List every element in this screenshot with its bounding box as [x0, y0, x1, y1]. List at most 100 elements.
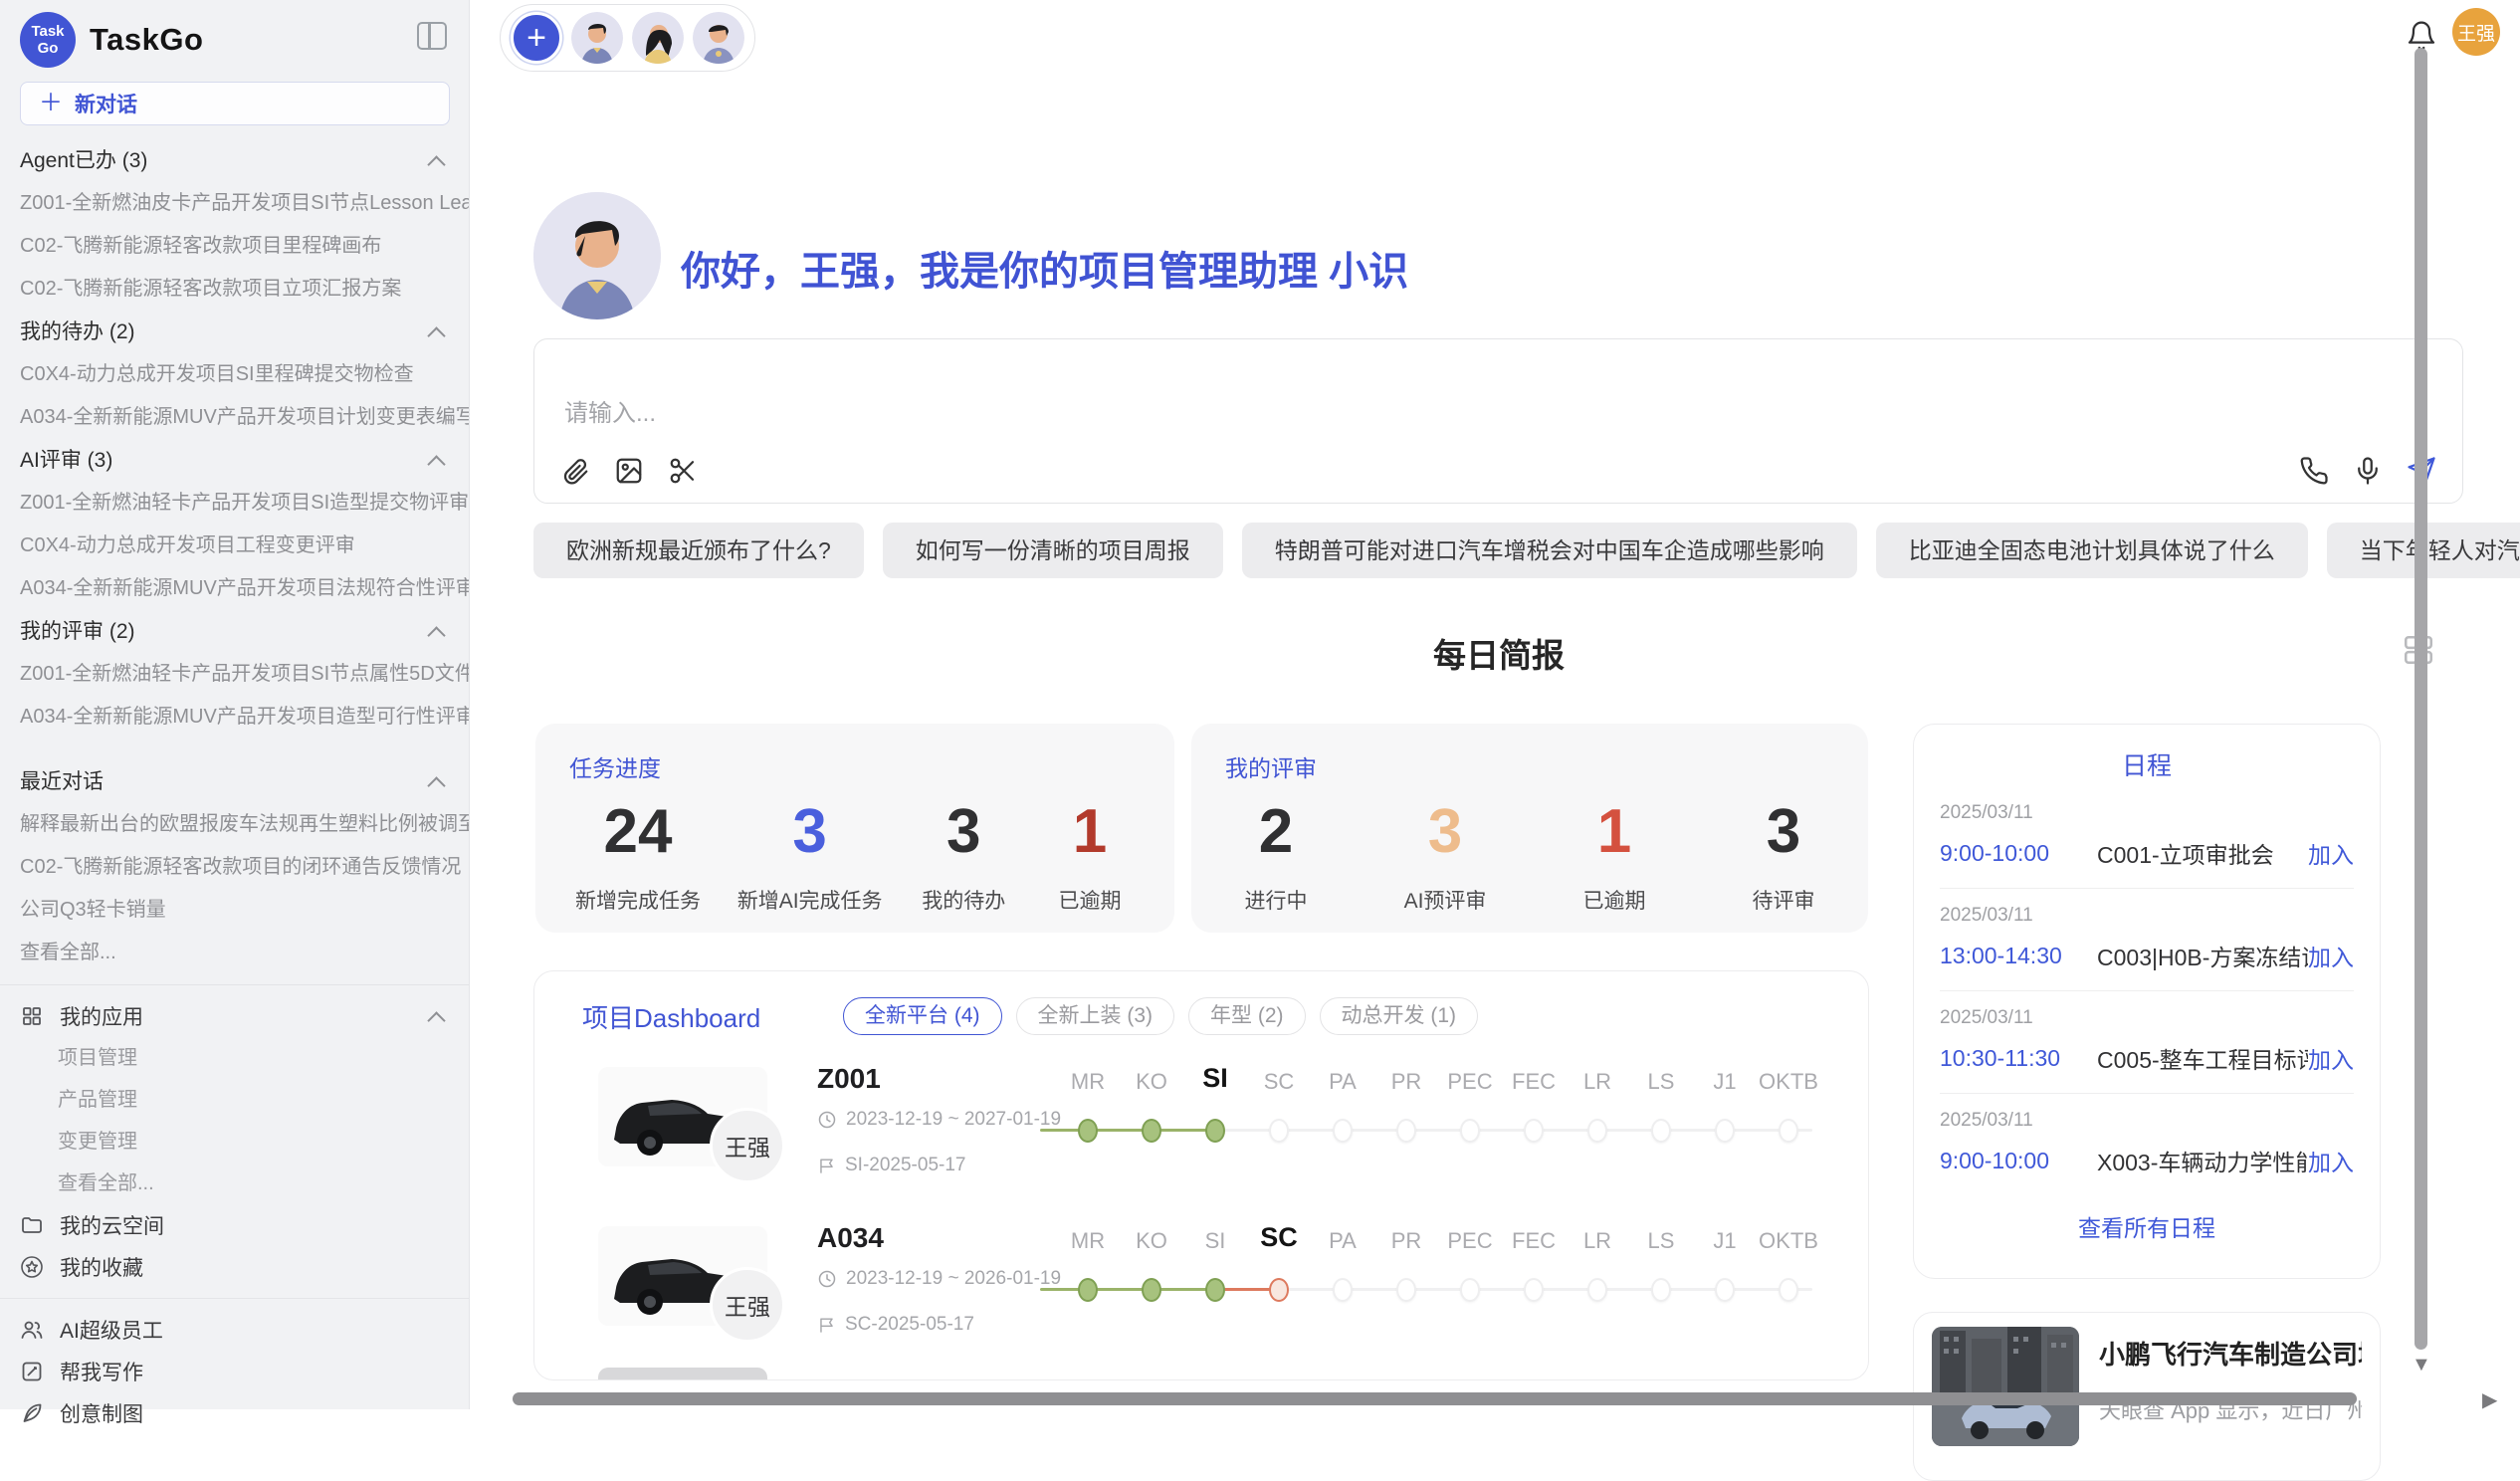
sidebar-item-folder[interactable]: 我的云空间 [0, 1204, 469, 1246]
milestone-dot[interactable] [1142, 1278, 1161, 1302]
milestone-dot[interactable] [1524, 1278, 1544, 1302]
stat-row: 2进行中3AI预评审1已逾期3待评审 [1225, 793, 1834, 915]
sidebar-tool-item[interactable]: 创意制图 [0, 1392, 469, 1434]
schedule-event: 2025/03/119:00-10:00X003-车辆动力学性能验...加入 [1940, 1094, 2354, 1195]
stat-value: 3 [1400, 793, 1490, 871]
horizontal-scrollbar[interactable] [513, 1392, 2357, 1405]
milestone-dot[interactable] [1269, 1278, 1289, 1302]
view-all-schedule-link[interactable]: 查看所有日程 [1940, 1209, 2354, 1243]
flag-icon [817, 1316, 836, 1335]
milestone-dot[interactable] [1333, 1119, 1353, 1143]
agent-avatar-2[interactable] [632, 12, 684, 64]
microphone-icon[interactable] [2353, 456, 2383, 491]
suggestion-chip[interactable]: 如何写一份清晰的项目周报 [883, 523, 1223, 578]
suggestion-chip[interactable]: 特朗普可能对进口汽车增税会对中国车企造成哪些影响 [1242, 523, 1857, 578]
milestone-dot[interactable] [1779, 1119, 1798, 1143]
sidebar-item[interactable]: Z001-全新燃油皮卡产品开发项目SI节点Lesson Learn报告 [0, 182, 469, 225]
event-time: 10:30-11:30 [1940, 1045, 2097, 1072]
sidebar-section-header[interactable]: 我的评审 (2) [0, 610, 469, 653]
milestone-dot[interactable] [1715, 1278, 1735, 1302]
dashboard-filter-pill[interactable]: 动总开发 (1) [1320, 997, 1479, 1035]
dashboard-filter-pill[interactable]: 全新上装 (3) [1016, 997, 1175, 1035]
sidebar-item[interactable]: 解释最新出台的欧盟报废车法规再生塑料比例被调至15%... [0, 803, 469, 846]
milestone-label: SC [1247, 1222, 1311, 1253]
logo-text-bottom: Go [38, 40, 59, 57]
milestone-dot[interactable] [1651, 1119, 1671, 1143]
event-join-link[interactable]: 加入 [2308, 836, 2354, 870]
milestone-dot[interactable] [1587, 1278, 1607, 1302]
sidebar-tool-item[interactable]: 帮我写作 [0, 1351, 469, 1392]
project-code: A034 [817, 1222, 884, 1254]
sidebar-item[interactable]: Z001-全新燃油轻卡产品开发项目SI造型提交物评审 [0, 482, 469, 525]
sidebar-item[interactable]: C0X4-动力总成开发项目SI里程碑提交物检查 [0, 353, 469, 396]
event-join-link[interactable]: 加入 [2308, 939, 2354, 972]
sidebar-section-header[interactable]: AI评审 (3) [0, 439, 469, 482]
sidebar-app-item[interactable]: 变更管理 [0, 1121, 469, 1163]
milestone-dot[interactable] [1205, 1119, 1225, 1143]
event-join-link[interactable]: 加入 [2308, 1041, 2354, 1075]
milestone-dot[interactable] [1460, 1119, 1480, 1143]
image-icon[interactable] [614, 456, 644, 491]
folder-icon [20, 1213, 44, 1237]
milestone-dot[interactable] [1078, 1278, 1098, 1302]
scroll-down-arrow-icon[interactable]: ▼ [2412, 1354, 2431, 1376]
milestone-dot[interactable] [1524, 1119, 1544, 1143]
milestone-dot[interactable] [1715, 1119, 1735, 1143]
milestone-dot[interactable] [1142, 1119, 1161, 1143]
sidebar-section-header[interactable]: 我的待办 (2) [0, 311, 469, 353]
sidebar-item-star[interactable]: 我的收藏 [0, 1246, 469, 1288]
new-chat-button[interactable]: ＋ 新对话 [20, 82, 450, 125]
sidebar-item[interactable]: C02-飞腾新能源轻客改款项目的闭环通告反馈情况 [0, 846, 469, 889]
vertical-scrollbar[interactable] [2415, 48, 2427, 1350]
suggestion-chip[interactable]: 比亚迪全固态电池计划具体说了什么 [1876, 523, 2308, 578]
sidebar-tool-item[interactable]: AI超级员工 [0, 1309, 469, 1351]
milestone-dot[interactable] [1396, 1278, 1416, 1302]
sidebar-item[interactable]: A034-全新新能源MUV产品开发项目造型可行性评审 [0, 696, 469, 739]
agent-avatar-3[interactable] [693, 12, 744, 64]
sidebar-item[interactable]: C0X4-动力总成开发项目工程变更评审 [0, 525, 469, 567]
project-row[interactable]: 王强A0342023-12-19 ~ 2026-01-19SC-2025-05-… [534, 1194, 1868, 1354]
event-date: 2025/03/11 [1940, 802, 2354, 824]
chat-input[interactable] [562, 391, 2059, 445]
dashboard-filter-pill[interactable]: 年型 (2) [1188, 997, 1306, 1035]
milestone-dot[interactable] [1587, 1119, 1607, 1143]
project-flag-milestone: SI-2025-05-17 [817, 1155, 965, 1176]
milestone-dot[interactable] [1396, 1119, 1416, 1143]
sidebar-section-header[interactable]: Agent已办 (3) [0, 139, 469, 182]
milestone-label: J1 [1693, 1228, 1757, 1254]
sidebar-app-item[interactable]: 项目管理 [0, 1037, 469, 1079]
sidebar-collapse-icon[interactable] [417, 22, 447, 50]
sidebar-item[interactable]: 公司Q3轻卡销量 [0, 889, 469, 932]
sidebar-item[interactable]: C02-飞腾新能源轻客改款项目立项汇报方案 [0, 268, 469, 311]
scissors-icon[interactable] [668, 456, 698, 491]
milestone-dot[interactable] [1333, 1278, 1353, 1302]
milestone-dot[interactable] [1460, 1278, 1480, 1302]
sidebar-section-header[interactable]: 最近对话 [0, 760, 469, 803]
milestone-dot[interactable] [1205, 1278, 1225, 1302]
sidebar-item[interactable]: C02-飞腾新能源轻客改款项目里程碑画布 [0, 225, 469, 268]
attachment-icon[interactable] [560, 456, 590, 491]
milestone-dot[interactable] [1269, 1119, 1289, 1143]
sidebar-item[interactable]: A034-全新新能源MUV产品开发项目计划变更表编写 [0, 396, 469, 439]
milestone-label: PR [1374, 1228, 1438, 1254]
phone-icon[interactable] [2299, 456, 2329, 491]
project-row[interactable]: 王强Z0012023-12-19 ~ 2027-01-19SI-2025-05-… [534, 1035, 1868, 1194]
sidebar-item[interactable]: 查看全部... [0, 932, 469, 974]
milestone-label: KO [1120, 1228, 1183, 1254]
dashboard-filter-pill[interactable]: 全新平台 (4) [843, 997, 1002, 1035]
sidebar-item[interactable]: Z001-全新燃油轻卡产品开发项目SI节点属性5D文件评审 [0, 653, 469, 696]
milestone-dot[interactable] [1078, 1119, 1098, 1143]
suggestion-chip[interactable]: 欧洲新规最近颁布了什么? [533, 523, 864, 578]
milestone-label: MR [1056, 1069, 1120, 1095]
milestone-dot[interactable] [1651, 1278, 1671, 1302]
sidebar-app-item[interactable]: 查看全部... [0, 1163, 469, 1204]
scroll-right-arrow-icon[interactable]: ▶ [2482, 1387, 2497, 1412]
add-agent-button[interactable]: + [511, 12, 562, 64]
sidebar-app-item[interactable]: 产品管理 [0, 1079, 469, 1121]
event-join-link[interactable]: 加入 [2308, 1144, 2354, 1177]
sidebar-item[interactable]: A034-全新新能源MUV产品开发项目法规符合性评审 [0, 567, 469, 610]
agent-avatar-1[interactable] [571, 12, 623, 64]
user-avatar[interactable]: 王强 [2452, 8, 2500, 56]
milestone-dot[interactable] [1779, 1278, 1798, 1302]
sidebar-item-my-apps[interactable]: 我的应用 [0, 995, 469, 1037]
